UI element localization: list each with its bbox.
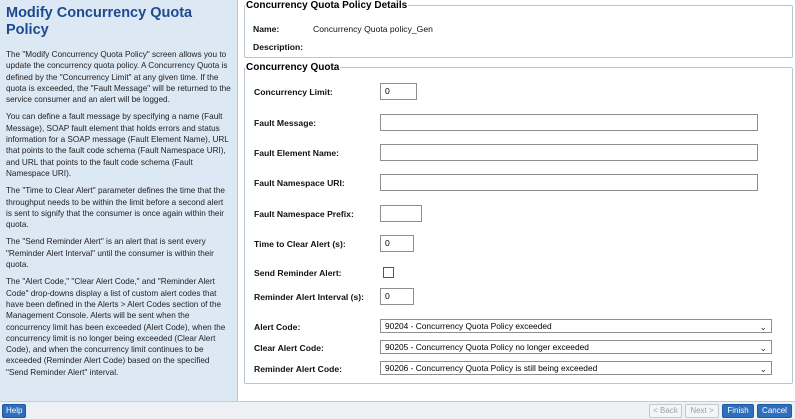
clear-alert-code-label: Clear Alert Code:: [254, 343, 324, 353]
time-to-clear-alert-label: Time to Clear Alert (s):: [254, 239, 346, 249]
reminder-alert-code-select[interactable]: 90206 - Concurrency Quota Policy is stil…: [380, 361, 772, 375]
reminder-alert-code-label: Reminder Alert Code:: [254, 364, 343, 374]
page-title: Modify Concurrency Quota Policy: [6, 5, 193, 38]
cancel-button[interactable]: Cancel: [757, 404, 792, 418]
fault-element-name-label: Fault Element Name:: [254, 148, 340, 158]
concurrency-limit-label: Concurrency Limit:: [254, 87, 333, 97]
clear-alert-code-value: 90205 - Concurrency Quota Policy no long…: [385, 342, 589, 352]
footer-toolbar: Help < Back Next > Finish Cancel: [0, 401, 795, 419]
help-panel: Modify Concurrency Quota Policy The "Mod…: [0, 0, 238, 401]
alert-code-label: Alert Code:: [254, 322, 301, 332]
help-paragraph: You can define a fault message by specif…: [6, 112, 229, 178]
concurrency-limit-input[interactable]: 0: [380, 83, 417, 100]
description-label: Description:: [253, 42, 304, 52]
help-paragraph: The "Alert Code," "Clear Alert Code," an…: [6, 277, 226, 377]
policy-details-legend: Concurrency Quota Policy Details: [246, 0, 408, 11]
help-paragraph: The "Time to Clear Alert" parameter defi…: [6, 186, 225, 230]
help-paragraph: The "Modify Concurrency Quota Policy" sc…: [6, 50, 231, 105]
clear-alert-code-select[interactable]: 90205 - Concurrency Quota Policy no long…: [380, 340, 772, 354]
reminder-alert-code-value: 90206 - Concurrency Quota Policy is stil…: [385, 363, 598, 373]
fault-namespace-prefix-label: Fault Namespace Prefix:: [254, 209, 354, 219]
send-reminder-alert-label: Send Reminder Alert:: [254, 268, 342, 278]
next-button[interactable]: Next >: [685, 404, 719, 418]
fault-namespace-uri-input[interactable]: [380, 174, 758, 191]
chevron-down-icon: ⌄: [759, 322, 767, 332]
fault-element-name-input[interactable]: [380, 144, 758, 161]
alert-code-select[interactable]: 90204 - Concurrency Quota Policy exceede…: [380, 319, 772, 333]
concurrency-quota-section: Concurrency Quota: [244, 62, 793, 384]
send-reminder-alert-checkbox[interactable]: [383, 267, 394, 278]
back-button[interactable]: < Back: [649, 404, 682, 418]
time-to-clear-alert-input[interactable]: 0: [380, 235, 414, 252]
name-value: Concurrency Quota policy_Gen: [313, 24, 433, 34]
help-paragraph: The "Send Reminder Alert" is an alert th…: [6, 237, 214, 270]
reminder-alert-interval-label: Reminder Alert Interval (s):: [254, 292, 364, 302]
help-button[interactable]: Help: [2, 404, 26, 418]
chevron-down-icon: ⌄: [759, 343, 767, 353]
fault-message-label: Fault Message:: [254, 118, 317, 128]
name-label: Name:: [253, 24, 280, 34]
chevron-down-icon: ⌄: [759, 364, 767, 374]
fault-namespace-prefix-input[interactable]: [380, 205, 422, 222]
fault-namespace-uri-label: Fault Namespace URI:: [254, 178, 345, 188]
finish-button[interactable]: Finish: [722, 404, 754, 418]
fault-message-input[interactable]: [380, 114, 758, 131]
concurrency-quota-legend: Concurrency Quota: [246, 62, 340, 73]
alert-code-value: 90204 - Concurrency Quota Policy exceede…: [385, 321, 552, 331]
main-content: Concurrency Quota Policy Details Name: C…: [242, 0, 795, 401]
reminder-alert-interval-input[interactable]: 0: [380, 288, 414, 305]
